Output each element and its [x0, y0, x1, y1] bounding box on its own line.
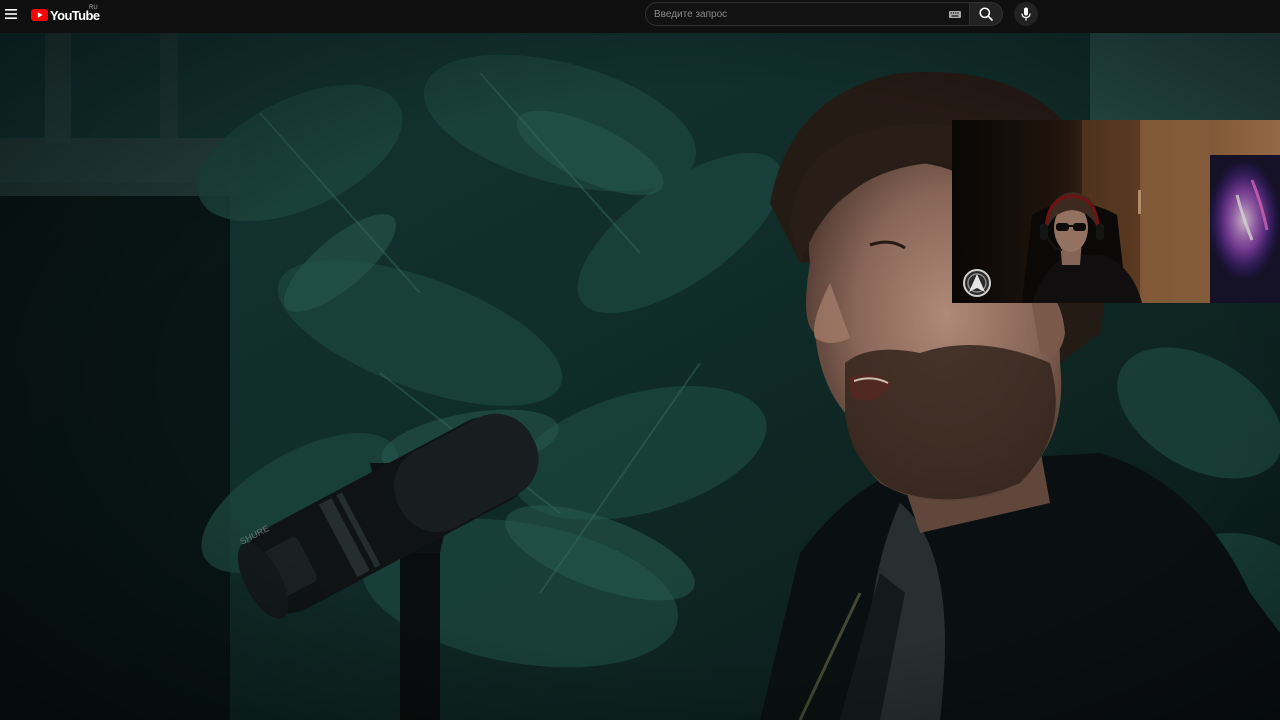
search-icon — [979, 7, 993, 21]
youtube-play-logo-icon — [31, 9, 48, 21]
menu-button[interactable] — [0, 0, 22, 28]
voice-search-button[interactable] — [1014, 2, 1038, 26]
masthead: YouTube RU — [0, 0, 1280, 30]
search-input[interactable] — [654, 3, 934, 25]
keyboard-icon — [949, 10, 961, 18]
streamer-webcam-overlay — [952, 120, 1280, 303]
country-code: RU — [89, 5, 98, 11]
microphone-icon — [1021, 7, 1031, 21]
search-box — [645, 2, 969, 26]
keyboard-button[interactable] — [948, 8, 962, 20]
webcam-feed-image — [952, 120, 1280, 303]
search-button[interactable] — [969, 2, 1003, 26]
arrow-up-badge-icon — [963, 269, 991, 297]
youtube-watch-page: YouTube RU Введите запрос — [0, 0, 1280, 720]
hamburger-menu-icon — [5, 9, 17, 19]
